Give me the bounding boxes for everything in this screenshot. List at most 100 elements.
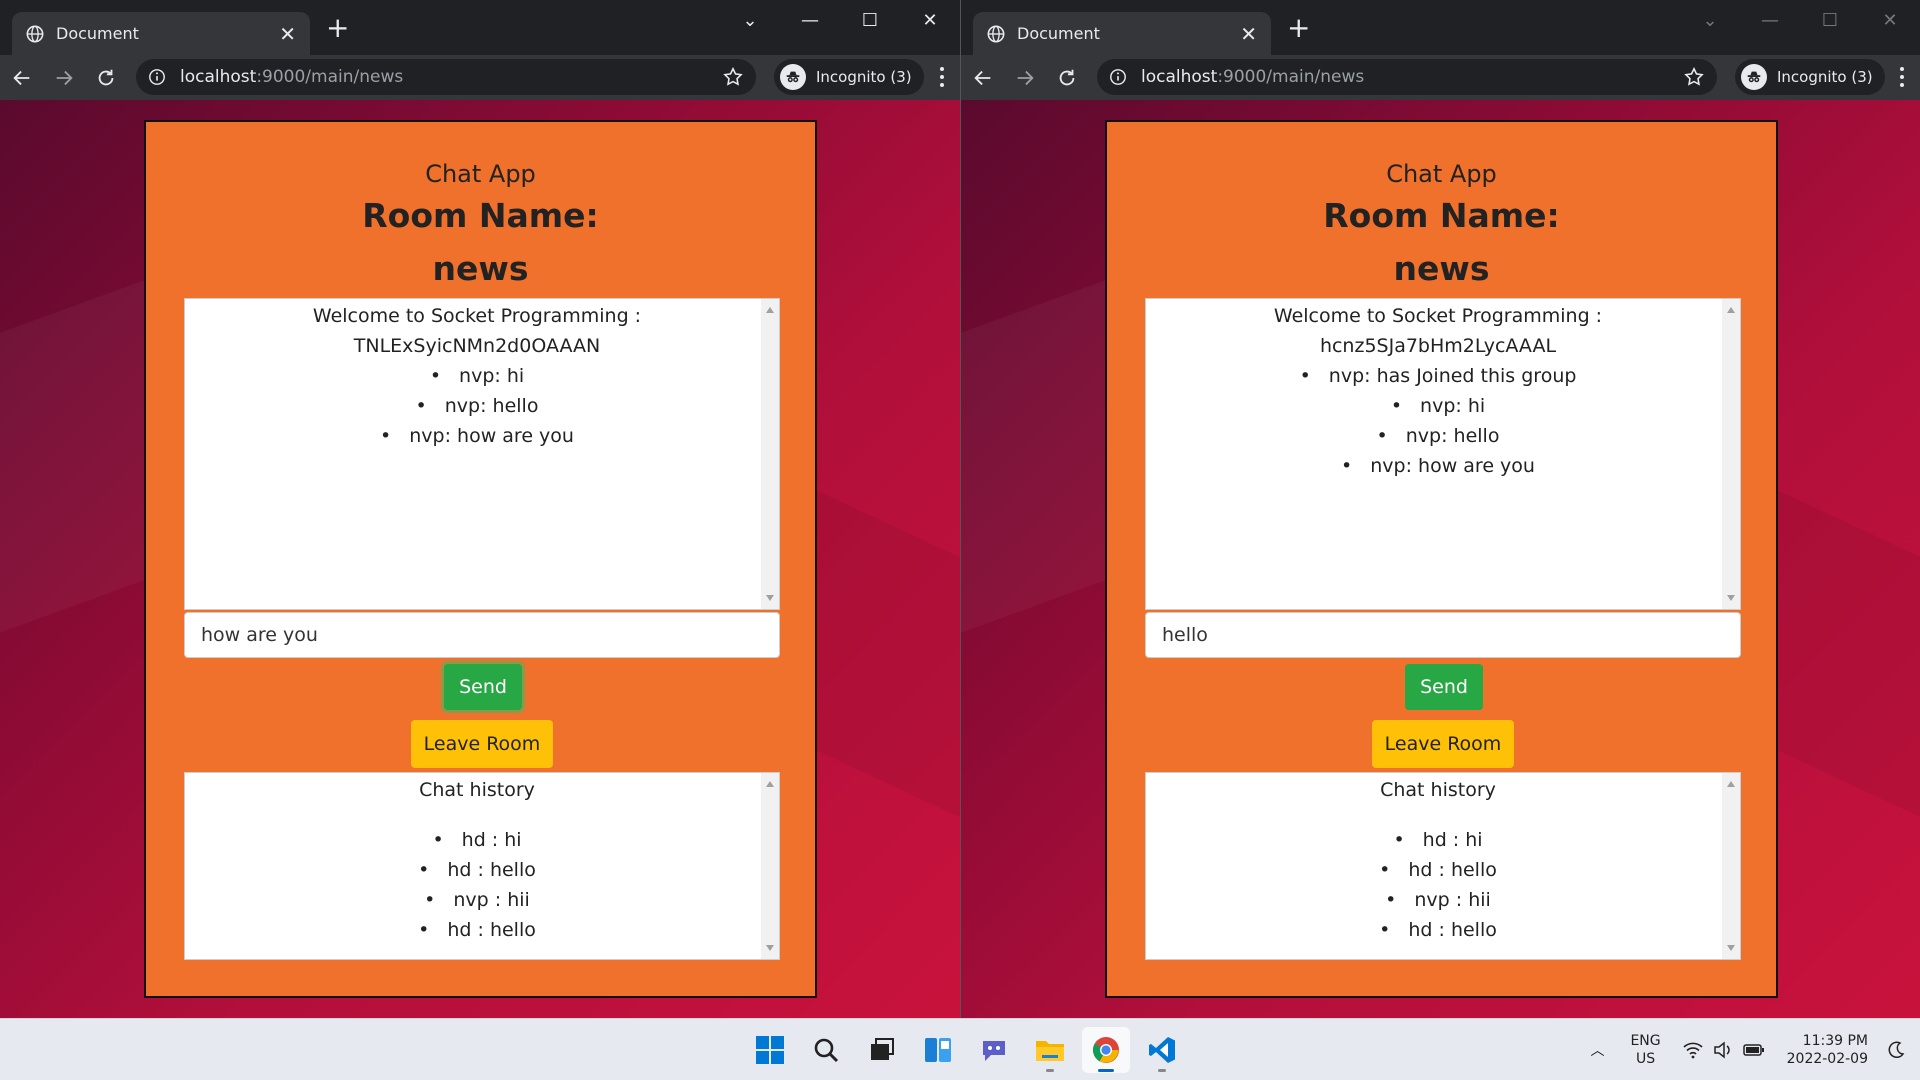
chat-app-container: Chat App Room Name: news Welcome to Sock… [144,120,817,998]
messages-scrollbar[interactable] [1722,299,1740,609]
minimize-button[interactable]: — [1740,0,1800,40]
messages-box[interactable]: Welcome to Socket Programming : TNLExSyi… [184,298,780,610]
reload-button[interactable] [86,58,126,98]
bookmark-star-icon[interactable] [1683,66,1705,88]
clock[interactable]: 11:39 PM 2022-02-09 [1787,1032,1868,1068]
background-shard [1761,482,1920,818]
incognito-icon [780,64,806,90]
teams-chat-icon[interactable] [970,1027,1018,1073]
message-input[interactable] [1145,612,1741,658]
incognito-label: Incognito (3) [1777,68,1873,86]
focus-assist-moon-icon[interactable] [1882,1040,1910,1060]
page-viewport: Chat App Room Name: news Welcome to Sock… [961,100,1920,1018]
reload-button[interactable] [1047,58,1087,98]
tab-close-icon[interactable]: ✕ [279,24,296,44]
chat-history-title: Chat history [419,779,535,801]
forward-button[interactable] [1005,58,1045,98]
chat-app-container: Chat App Room Name: news Welcome to Sock… [1105,120,1778,998]
browser-menu-icon[interactable] [1900,67,1906,87]
message-list: nvp: has Joined this group nvp: hi nvp: … [1156,361,1720,481]
history-item: hd : hello [195,915,759,945]
quick-settings[interactable] [1683,1041,1765,1059]
history-scrollbar[interactable] [761,773,779,959]
taskbar-apps [746,1027,1186,1073]
file-explorer-icon[interactable] [1026,1027,1074,1073]
history-scrollbar[interactable] [1722,773,1740,959]
browser-tab[interactable]: Document ✕ [12,12,310,55]
tab-title: Document [56,24,139,43]
room-name-label: Room Name: [362,196,599,235]
back-button[interactable] [2,58,42,98]
bookmark-star-icon[interactable] [722,66,744,88]
windows-taskbar: ︿ ENG US 11:39 PM 2022-02-09 [0,1018,1920,1080]
search-icon[interactable] [802,1027,850,1073]
messages-scrollbar[interactable] [761,299,779,609]
address-bar[interactable]: localhost:9000/main/news [1097,59,1717,95]
maximize-button[interactable]: ☐ [840,0,900,40]
clock-date: 2022-02-09 [1786,1051,1868,1067]
tab-close-icon[interactable]: ✕ [1240,24,1257,44]
language-code: ENG [1630,1033,1661,1049]
welcome-message: Welcome to Socket Programming : hcnz5SJa… [1273,305,1603,357]
welcome-message: Welcome to Socket Programming : TNLExSyi… [312,305,642,357]
tab-title: Document [1017,24,1100,43]
globe-icon [987,25,1005,42]
browser-toolbar: localhost:9000/main/news Incognito (3) [0,55,960,100]
history-item: hd : hello [195,855,759,885]
app-title: Chat App [425,160,536,188]
messages-box[interactable]: Welcome to Socket Programming : hcnz5SJa… [1145,298,1741,610]
history-item: nvp : hii [195,885,759,915]
url-path: :9000/main/news [1217,67,1365,87]
room-name-label: Room Name: [1323,196,1560,235]
message-item: nvp: how are you [195,421,759,451]
widgets-icon[interactable] [914,1027,962,1073]
history-item: nvp : hii [1156,885,1720,915]
browser-menu-icon[interactable] [940,67,946,87]
send-button[interactable]: Send [1405,664,1483,710]
incognito-indicator[interactable]: Incognito (3) [774,59,924,95]
tab-search-icon[interactable]: ⌄ [1680,0,1740,40]
tab-search-icon[interactable]: ⌄ [720,0,780,40]
reload-icon [1059,69,1075,85]
close-button[interactable]: ✕ [900,0,960,40]
new-tab-button[interactable]: + [1287,14,1310,42]
forward-button[interactable] [44,58,84,98]
site-info-icon[interactable] [1109,68,1127,86]
send-button[interactable]: Send [444,664,522,710]
show-hidden-icons-icon[interactable]: ︿ [1582,1040,1612,1060]
browser-tab[interactable]: Document ✕ [973,12,1271,55]
forward-arrow-icon [56,70,73,85]
site-info-icon[interactable] [148,68,166,86]
back-button[interactable] [963,58,1003,98]
message-list: nvp: hi nvp: hello nvp: how are you [195,361,759,451]
battery-icon [1742,1044,1764,1056]
maximize-button[interactable]: ☐ [1800,0,1860,40]
leave-room-button[interactable]: Leave Room [411,720,553,768]
history-list: hd : hi hd : hello nvp : hii hd : hello [1156,825,1720,945]
chat-history-title: Chat history [1380,779,1496,801]
chat-history-box[interactable]: Chat history hd : hi hd : hello nvp : hi… [1145,772,1741,960]
volume-icon [1713,1041,1730,1059]
background-shard [800,482,960,818]
close-button[interactable]: ✕ [1860,0,1920,40]
chat-history-box[interactable]: Chat history hd : hi hd : hello nvp : hi… [184,772,780,960]
new-tab-button[interactable]: + [326,14,349,42]
task-view-icon[interactable] [858,1027,906,1073]
leave-room-button[interactable]: Leave Room [1372,720,1514,768]
chrome-icon[interactable] [1082,1027,1130,1073]
message-input[interactable] [184,612,780,658]
url-host: localhost [1141,67,1218,87]
page-viewport: Chat App Room Name: news Welcome to Sock… [0,100,960,1018]
window-controls: ⌄ — ☐ ✕ [720,0,960,40]
minimize-button[interactable]: — [780,0,840,40]
url-path: :9000/main/news [256,67,404,87]
language-indicator[interactable]: ENG US [1630,1032,1660,1068]
incognito-icon [1741,64,1767,90]
history-item: hd : hello [1156,855,1720,885]
address-bar[interactable]: localhost:9000/main/news [136,59,756,95]
history-item: hd : hello [1156,915,1720,945]
forward-arrow-icon [1017,70,1034,85]
incognito-indicator[interactable]: Incognito (3) [1735,59,1885,95]
windows-start-icon[interactable] [746,1027,794,1073]
vscode-icon[interactable] [1138,1027,1186,1073]
